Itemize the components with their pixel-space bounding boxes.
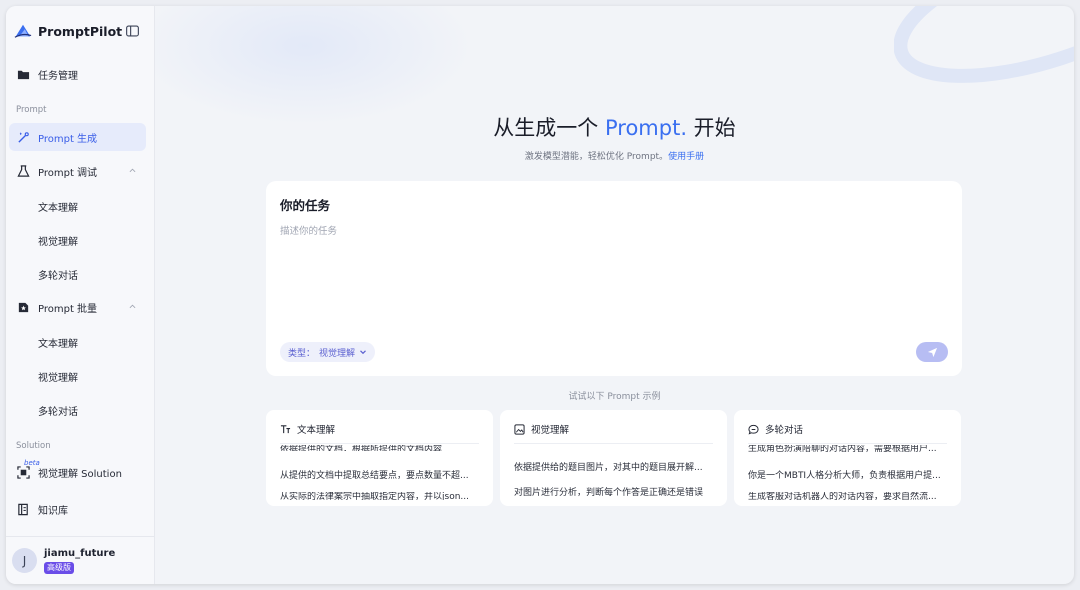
image-icon — [514, 423, 525, 435]
sidebar-item-label: 任务管理 — [38, 70, 78, 82]
sidebar-item-label: Prompt 生成 — [38, 133, 98, 145]
title-accent: Prompt. — [604, 116, 687, 140]
divider — [514, 443, 713, 444]
task-card-title: 你的任务 — [280, 198, 331, 213]
user-info: jiamu_future 高级版 — [44, 548, 115, 574]
sidebar-subitem-debug-text[interactable]: 文本理解 — [38, 199, 78, 214]
avatar: J — [12, 548, 37, 573]
sidebar-subitem-batch-text[interactable]: 文本理解 — [38, 335, 78, 350]
title-prefix: 从生成一个 — [493, 116, 605, 140]
sidebar-item-vision-solution[interactable]: 视觉理解 Solution — [9, 458, 146, 486]
example-item[interactable]: 依据提供的文档，根据所提供的文档内容 — [280, 445, 480, 451]
example-card-header: 视觉理解 — [514, 422, 569, 436]
background-glow — [155, 6, 475, 126]
section-label-solution: Solution — [16, 441, 51, 451]
send-button[interactable] — [916, 342, 948, 362]
divider — [280, 443, 479, 444]
sidebar-item-prompt-debug[interactable]: Prompt 调试 — [9, 157, 146, 185]
example-item[interactable]: 对图片进行分析，判断每个作答是正确还是错误 — [514, 485, 714, 498]
folder-icon — [17, 70, 30, 79]
example-item[interactable]: 从提供的文档中提取总结要点，要点数量不超... — [280, 468, 480, 481]
background-arc-decoration — [894, 6, 1074, 83]
brand[interactable]: PromptPilot — [14, 22, 122, 40]
brand-name: PromptPilot — [38, 23, 123, 39]
batch-doc-icon — [18, 302, 29, 312]
example-item[interactable]: 生成客服对话机器人的对话内容，要求自然流... — [748, 492, 948, 500]
sidebar-subitem-debug-multiturn[interactable]: 多轮对话 — [38, 267, 78, 282]
logo-icon — [14, 24, 32, 38]
title-suffix: 开始 — [687, 116, 736, 140]
sidebar-subitem-batch-multiturn[interactable]: 多轮对话 — [38, 403, 78, 418]
book-icon — [18, 503, 28, 515]
example-card-header: 多轮对话 — [748, 422, 803, 436]
page-title: 从生成一个 Prompt. 开始 — [155, 112, 1074, 142]
example-item[interactable]: 生成角色扮演陪聊的对话内容，需要根据用户... — [748, 445, 948, 454]
task-type-select[interactable]: 类型： 视觉理解 — [280, 342, 376, 362]
scan-image-icon — [17, 465, 30, 479]
type-label: 类型： — [288, 348, 316, 359]
example-card-vision: 视觉理解 依据提供给的题目图片，对其中的题目展开解... 对图片进行分析，判断每… — [500, 410, 727, 506]
task-description-input[interactable] — [280, 223, 940, 333]
send-icon — [927, 347, 937, 357]
example-card-text: 文本理解 依据提供的文档，根据所提供的文档内容 从提供的文档中提取总结要点，要点… — [266, 410, 493, 506]
sidebar-item-label: 视觉理解 Solution — [38, 468, 122, 480]
text-type-icon — [280, 424, 291, 433]
example-item[interactable]: 你是一个MBTI人格分析大师，负责根据用户提... — [748, 468, 948, 481]
manual-link[interactable]: 使用手册 — [668, 152, 704, 162]
flask-icon — [17, 164, 30, 177]
sidebar-subitem-debug-vision[interactable]: 视觉理解 — [38, 233, 78, 248]
plan-badge: 高级版 — [44, 561, 74, 574]
divider — [748, 443, 947, 444]
page-subtitle: 激发模型潜能，轻松优化 Prompt。使用手册 — [155, 149, 1074, 162]
example-card-multiturn: 多轮对话 生成角色扮演陪聊的对话内容，需要根据用户... 你是一个MBTI人格分… — [734, 410, 961, 506]
chat-icon — [748, 424, 759, 434]
user-profile[interactable]: J jiamu_future 高级版 — [6, 536, 155, 584]
task-card: 你的任务 类型： 视觉理解 — [266, 181, 962, 376]
subtitle-text: 激发模型潜能，轻松优化 Prompt。 — [524, 152, 669, 162]
main-content: 从生成一个 Prompt. 开始 激发模型潜能，轻松优化 Prompt。使用手册… — [155, 6, 1074, 584]
chevron-up-icon — [129, 304, 136, 309]
sidebar-toggle-icon[interactable] — [126, 25, 139, 37]
example-card-title: 文本理解 — [297, 425, 336, 436]
sidebar-item-label: Prompt 调试 — [38, 167, 98, 179]
sidebar-item-prompt-generate[interactable]: Prompt 生成 — [9, 123, 146, 151]
sidebar-item-label: Prompt 批量 — [38, 303, 98, 315]
user-name: jiamu_future — [44, 547, 116, 559]
sidebar: PromptPilot 任务管理 Prompt Prompt 生成 Prompt… — [6, 6, 155, 584]
example-item[interactable]: 依据提供给的题目图片，对其中的题目展开解... — [514, 460, 714, 473]
sidebar-subitem-batch-vision[interactable]: 视觉理解 — [38, 369, 78, 384]
example-card-title: 多轮对话 — [765, 425, 804, 436]
example-card-title: 视觉理解 — [531, 425, 570, 436]
chevron-up-icon — [129, 168, 136, 173]
chevron-down-icon — [360, 350, 366, 355]
sidebar-item-prompt-batch[interactable]: Prompt 批量 — [9, 293, 146, 321]
type-value: 视觉理解 — [319, 348, 356, 359]
sidebar-item-task-management[interactable]: 任务管理 — [9, 60, 146, 88]
magic-wand-icon — [18, 131, 29, 143]
examples-label: 试试以下 Prompt 示例 — [568, 392, 661, 402]
example-item[interactable]: 从实际的法律案宗中抽取指定内容，并以json... — [280, 492, 480, 500]
app-window: PromptPilot 任务管理 Prompt Prompt 生成 Prompt… — [6, 6, 1074, 584]
section-label-prompt: Prompt — [16, 105, 47, 115]
sidebar-item-label: 知识库 — [38, 505, 68, 517]
example-card-header: 文本理解 — [280, 422, 335, 436]
sidebar-item-knowledge-base[interactable]: 知识库 — [9, 495, 146, 523]
